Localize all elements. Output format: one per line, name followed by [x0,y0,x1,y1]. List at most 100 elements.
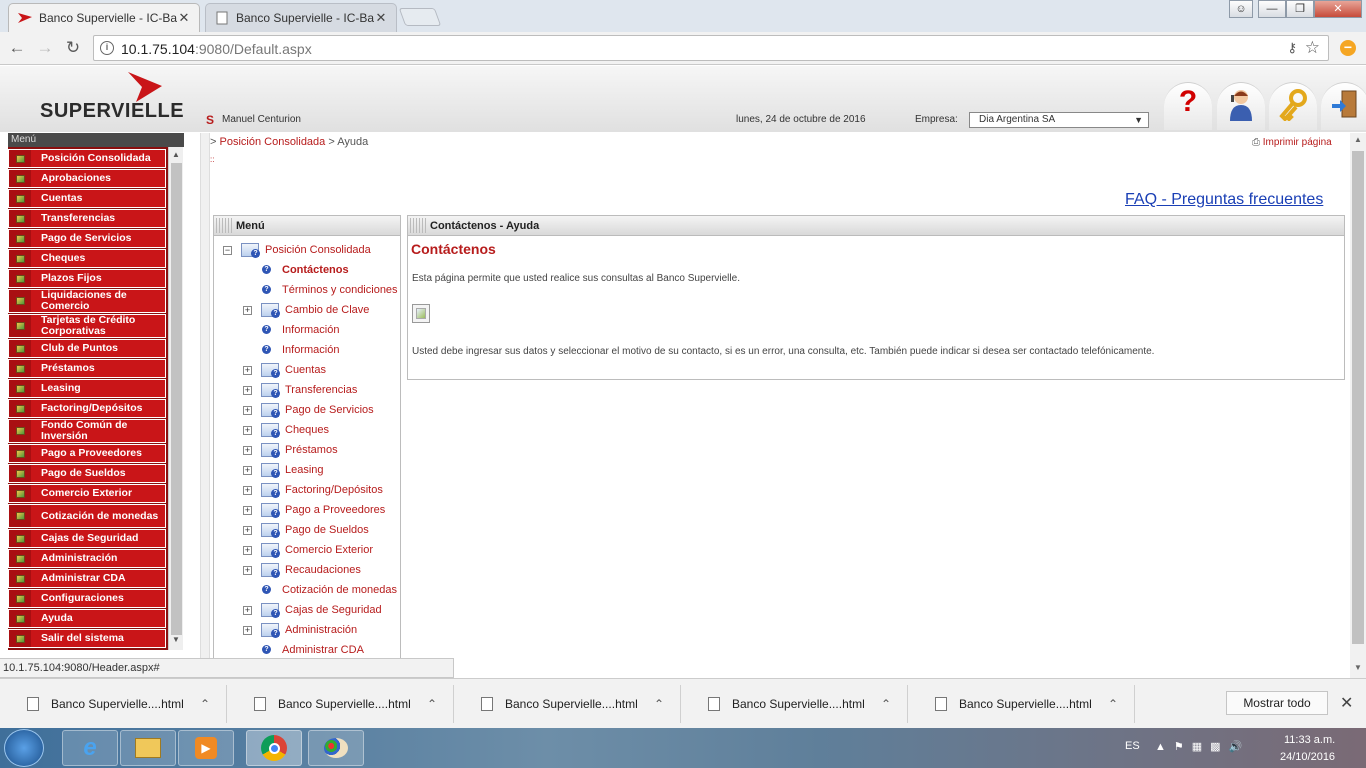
left-menu-item[interactable]: Cuentas [8,189,166,208]
left-menu-item[interactable]: Comercio Exterior [8,484,166,503]
reload-icon[interactable]: ↻ [62,38,84,58]
scroll-down-icon[interactable]: ▼ [172,635,180,644]
download-menu-chevron-icon[interactable]: ⌃ [654,697,680,711]
logout-door-icon[interactable] [1321,82,1366,130]
tree-item[interactable]: +? Factoring/Depósitos [243,482,383,498]
site-info-icon[interactable]: i [100,41,114,55]
tree-item[interactable]: +? Pago de Sueldos [243,522,369,538]
bookmark-star-icon[interactable]: ☆ [1305,38,1320,58]
tab-2-close-icon[interactable]: ✕ [374,10,388,26]
download-menu-chevron-icon[interactable]: ⌃ [200,697,226,711]
tree-item[interactable]: +? Cheques [243,422,329,438]
forward-arrow-icon[interactable]: → [34,38,56,58]
left-menu-item[interactable]: Préstamos [8,359,166,378]
download-menu-chevron-icon[interactable]: ⌃ [1108,697,1134,711]
user-profile-icon[interactable]: ☺ [1229,0,1253,18]
frame-divider[interactable] [200,133,210,658]
tree-item[interactable]: ? Administrar CDA [262,642,364,658]
page-scroll-up-icon[interactable]: ▲ [1354,135,1362,144]
left-menu-item[interactable]: Administración [8,549,166,568]
page-scrollbar[interactable]: ▲ ▼ [1350,133,1366,678]
paint-icon[interactable] [308,730,364,766]
tree-item[interactable]: +? Préstamos [243,442,338,458]
tree-collapse-icon[interactable]: − [223,245,232,255]
page-scroll-thumb[interactable] [1352,151,1364,644]
saved-password-key-icon[interactable]: ⚷ [1287,40,1297,56]
left-menu-item[interactable]: Pago a Proveedores [8,444,166,463]
download-item[interactable]: Banco Supervielle....html ⌃ [459,685,681,723]
tree-item[interactable]: ? Contáctenos [262,262,349,278]
left-menu-scrollbar[interactable]: ▲ ▼ [168,147,183,650]
download-item[interactable]: Banco Supervielle....html ⌃ [686,685,908,723]
left-menu-item[interactable]: Administrar CDA [8,569,166,588]
tree-expand-icon[interactable]: + [243,365,252,375]
left-menu-item[interactable]: Liquidaciones de Comercio [8,289,166,313]
internet-explorer-icon[interactable]: e [62,730,118,766]
left-menu-item[interactable]: Leasing [8,379,166,398]
left-menu-item[interactable]: Cajas de Seguridad [8,529,166,548]
close-downloads-icon[interactable]: ✕ [1340,693,1353,713]
maximize-button[interactable]: ❐ [1286,0,1314,18]
left-menu-item[interactable]: Posición Consolidada [8,149,166,168]
tree-item[interactable]: +? Leasing [243,462,324,478]
tree-expand-icon[interactable]: + [243,405,252,415]
support-agent-icon[interactable] [1217,82,1265,130]
file-explorer-icon[interactable] [120,730,176,766]
left-menu-item[interactable]: Pago de Servicios [8,229,166,248]
left-menu-item[interactable]: Club de Puntos [8,339,166,358]
clock-date[interactable]: 24/10/2016 [1280,751,1335,763]
back-arrow-icon[interactable]: ← [6,38,28,58]
close-window-button[interactable]: ✕ [1314,0,1362,18]
left-menu-item[interactable]: Plazos Fijos [8,269,166,288]
tree-item[interactable]: ? Información [262,342,339,358]
minimize-button[interactable]: — [1258,0,1286,18]
tree-expand-icon[interactable]: + [243,485,252,495]
page-scroll-down-icon[interactable]: ▼ [1354,663,1362,672]
left-menu-item[interactable]: Fondo Común de Inversión [8,419,166,443]
download-item[interactable]: Banco Supervielle....html ⌃ [232,685,454,723]
new-tab-button[interactable] [398,8,442,26]
browser-tab-2[interactable]: Banco Supervielle - IC-Ba ✕ [205,3,397,32]
download-menu-chevron-icon[interactable]: ⌃ [427,697,453,711]
tree-item[interactable]: +? Recaudaciones [243,562,361,578]
left-menu-item[interactable]: Cotización de monedas [8,504,166,528]
help-icon[interactable]: ? [1164,82,1212,130]
tree-item[interactable]: ? Información [262,322,339,338]
windows-start-button[interactable] [4,729,44,767]
scroll-up-icon[interactable]: ▲ [172,150,180,159]
left-menu-item[interactable]: Salir del sistema [8,629,166,648]
download-item[interactable]: Banco Supervielle....html ⌃ [913,685,1135,723]
tree-item[interactable]: +? Administración [243,622,357,638]
tree-item[interactable]: +? Cambio de Clave [243,302,369,318]
left-menu-item[interactable]: Cheques [8,249,166,268]
tree-expand-icon[interactable]: + [243,545,252,555]
system-tray-icons[interactable]: ▲⚑▦▩🔊 [1155,740,1250,753]
download-item[interactable]: Banco Supervielle....html ⌃ [5,685,227,723]
left-menu-item[interactable]: Pago de Sueldos [8,464,166,483]
tree-expand-icon[interactable]: + [243,385,252,395]
tree-item[interactable]: +? Transferencias [243,382,357,398]
tree-expand-icon[interactable]: + [243,525,252,535]
keyboard-language[interactable]: ES [1125,740,1140,752]
address-bar[interactable]: i 10.1.75.104:9080/Default.aspx ⚷ ☆ [93,35,1329,61]
tree-item[interactable]: +? Comercio Exterior [243,542,373,558]
left-menu-scroll-thumb[interactable] [171,163,182,635]
tree-item[interactable]: +? Cajas de Seguridad [243,602,382,618]
key-icon[interactable] [1269,82,1317,130]
tree-item[interactable]: ? Cotización de monedas [262,582,397,598]
print-page-link[interactable]: ⎙ Imprimir página [1252,137,1332,148]
media-player-icon[interactable]: ▶ [178,730,234,766]
download-menu-chevron-icon[interactable]: ⌃ [881,697,907,711]
faq-link[interactable]: FAQ - Preguntas frecuentes [1125,191,1323,209]
tree-expand-icon[interactable]: + [243,465,252,475]
left-menu-item[interactable]: Configuraciones [8,589,166,608]
address-url[interactable]: 10.1.75.104:9080/Default.aspx [121,41,312,57]
tree-expand-icon[interactable]: + [243,505,252,515]
empresa-select[interactable]: Dia Argentina SA ▼ [969,112,1149,128]
tree-expand-icon[interactable]: + [243,625,252,635]
tree-expand-icon[interactable]: + [243,305,252,315]
left-menu-item[interactable]: Factoring/Depósitos [8,399,166,418]
chrome-icon[interactable] [246,730,302,766]
browser-tab-1[interactable]: Banco Supervielle - IC-Ba ✕ [8,3,200,32]
tree-expand-icon[interactable]: + [243,425,252,435]
